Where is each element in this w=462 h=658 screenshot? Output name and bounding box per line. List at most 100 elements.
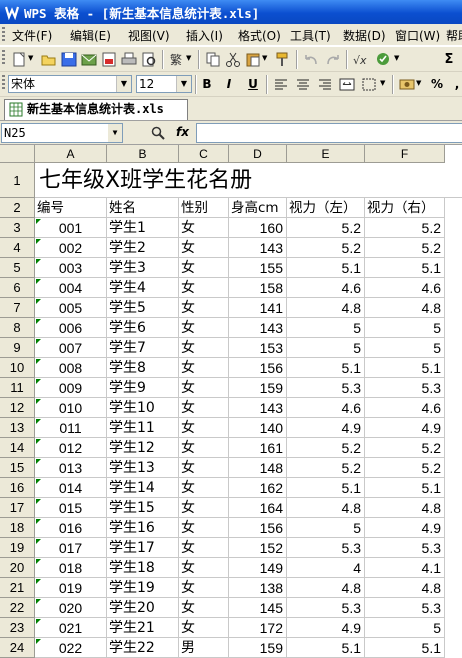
chevron-down-icon[interactable]: ▼ xyxy=(116,76,131,92)
table-cell[interactable]: 学生8 xyxy=(107,358,179,378)
save-icon[interactable] xyxy=(60,51,78,68)
table-cell[interactable]: 女 xyxy=(179,318,229,338)
table-cell[interactable]: 162 xyxy=(229,478,287,498)
cut-icon[interactable] xyxy=(224,51,242,68)
table-cell[interactable]: 5 xyxy=(287,338,365,358)
select-all-corner[interactable] xyxy=(0,145,35,163)
table-cell[interactable]: 016 xyxy=(35,518,107,538)
table-cell[interactable]: 172 xyxy=(229,618,287,638)
table-cell[interactable]: 019 xyxy=(35,578,107,598)
table-cell[interactable]: 4.8 xyxy=(365,578,445,598)
table-cell[interactable]: 学生18 xyxy=(107,558,179,578)
row-header-8[interactable]: 8 xyxy=(0,318,35,338)
row-header-10[interactable]: 10 xyxy=(0,358,35,378)
table-cell[interactable]: 5.1 xyxy=(365,478,445,498)
paste-dropdown-icon[interactable]: ▼ xyxy=(262,54,267,62)
row-header-22[interactable]: 22 xyxy=(0,598,35,618)
table-cell[interactable]: 5.1 xyxy=(287,358,365,378)
table-cell[interactable]: 003 xyxy=(35,258,107,278)
currency-format-icon[interactable] xyxy=(398,76,416,93)
table-cell[interactable]: 4.1 xyxy=(365,558,445,578)
table-cell[interactable]: 4.6 xyxy=(287,278,365,298)
pdf-export-icon[interactable] xyxy=(100,51,118,68)
row-header-14[interactable]: 14 xyxy=(0,438,35,458)
table-cell[interactable]: 145 xyxy=(229,598,287,618)
table-cell[interactable]: 143 xyxy=(229,318,287,338)
menu-help[interactable]: 帮助 xyxy=(446,27,462,44)
table-cell[interactable]: 学生17 xyxy=(107,538,179,558)
font-name-select[interactable]: 宋体 ▼ xyxy=(8,75,132,93)
table-cell[interactable]: 164 xyxy=(229,498,287,518)
table-cell[interactable]: 女 xyxy=(179,498,229,518)
table-cell[interactable]: 159 xyxy=(229,638,287,658)
table-cell[interactable]: 5.2 xyxy=(287,438,365,458)
table-cell[interactable]: 5.3 xyxy=(287,538,365,558)
table-cell[interactable]: 008 xyxy=(35,358,107,378)
table-cell[interactable]: 4 xyxy=(287,558,365,578)
table-cell[interactable]: 161 xyxy=(229,438,287,458)
font-size-select[interactable]: 12 ▼ xyxy=(136,75,192,93)
print-preview-icon[interactable] xyxy=(140,51,158,68)
menu-window[interactable]: 窗口(W) xyxy=(395,27,440,44)
column-header-E[interactable]: E xyxy=(287,145,365,163)
row-header-16[interactable]: 16 xyxy=(0,478,35,498)
table-cell[interactable]: 学生21 xyxy=(107,618,179,638)
table-cell[interactable]: 156 xyxy=(229,358,287,378)
menu-tools[interactable]: 工具(T) xyxy=(290,27,331,44)
table-cell[interactable]: 学生6 xyxy=(107,318,179,338)
row-header-23[interactable]: 23 xyxy=(0,618,35,638)
table-cell[interactable]: 4.9 xyxy=(287,618,365,638)
table-cell[interactable]: 148 xyxy=(229,458,287,478)
underline-button[interactable]: U xyxy=(244,76,262,93)
table-cell[interactable]: 女 xyxy=(179,558,229,578)
table-cell[interactable]: 女 xyxy=(179,598,229,618)
table-cell[interactable]: 女 xyxy=(179,378,229,398)
table-cell[interactable]: 5.1 xyxy=(287,258,365,278)
table-cell[interactable]: 4.9 xyxy=(365,418,445,438)
table-cell[interactable]: 141 xyxy=(229,298,287,318)
new-dropdown-icon[interactable]: ▼ xyxy=(28,54,33,62)
table-cell[interactable]: 学生2 xyxy=(107,238,179,258)
table-cell[interactable]: 女 xyxy=(179,458,229,478)
row-header-5[interactable]: 5 xyxy=(0,258,35,278)
name-box[interactable]: N25 ▼ xyxy=(1,123,123,143)
table-cell[interactable]: 005 xyxy=(35,298,107,318)
percent-format-button[interactable]: % xyxy=(428,76,446,93)
table-cell[interactable]: 5.3 xyxy=(287,378,365,398)
table-cell[interactable]: 4.8 xyxy=(287,578,365,598)
table-cell[interactable]: 5.1 xyxy=(287,478,365,498)
email-icon[interactable] xyxy=(80,51,98,68)
table-cell[interactable]: 学生13 xyxy=(107,458,179,478)
column-header-F[interactable]: F xyxy=(365,145,445,163)
table-cell[interactable]: 4.6 xyxy=(365,398,445,418)
menu-file[interactable]: 文件(F) xyxy=(12,27,52,44)
table-cell[interactable]: 学生14 xyxy=(107,478,179,498)
table-cell[interactable]: 004 xyxy=(35,278,107,298)
table-cell[interactable]: 4.6 xyxy=(287,398,365,418)
table-cell[interactable]: 学生15 xyxy=(107,498,179,518)
table-cell[interactable]: 018 xyxy=(35,558,107,578)
table-cell[interactable]: 143 xyxy=(229,238,287,258)
header-cell[interactable]: 性别 xyxy=(179,198,229,218)
formula-input[interactable] xyxy=(196,123,462,143)
open-folder-icon[interactable] xyxy=(40,51,58,68)
column-header-C[interactable]: C xyxy=(179,145,229,163)
table-cell[interactable]: 156 xyxy=(229,518,287,538)
column-header-D[interactable]: D xyxy=(229,145,287,163)
table-cell[interactable]: 5.2 xyxy=(365,238,445,258)
table-cell[interactable]: 4.8 xyxy=(287,298,365,318)
table-cell[interactable]: 学生10 xyxy=(107,398,179,418)
table-cell[interactable]: 152 xyxy=(229,538,287,558)
row-header-19[interactable]: 19 xyxy=(0,538,35,558)
table-cell[interactable]: 5 xyxy=(365,338,445,358)
table-cell[interactable]: 4.6 xyxy=(365,278,445,298)
table-cell[interactable]: 160 xyxy=(229,218,287,238)
table-cell[interactable]: 5.3 xyxy=(365,538,445,558)
header-cell[interactable]: 视力（右） xyxy=(365,198,445,218)
table-cell[interactable]: 022 xyxy=(35,638,107,658)
table-cell[interactable]: 学生11 xyxy=(107,418,179,438)
autosum-icon[interactable]: Σ xyxy=(440,51,458,68)
table-cell[interactable]: 学生16 xyxy=(107,518,179,538)
menu-insert[interactable]: 插入(I) xyxy=(186,27,223,44)
table-cell[interactable]: 021 xyxy=(35,618,107,638)
